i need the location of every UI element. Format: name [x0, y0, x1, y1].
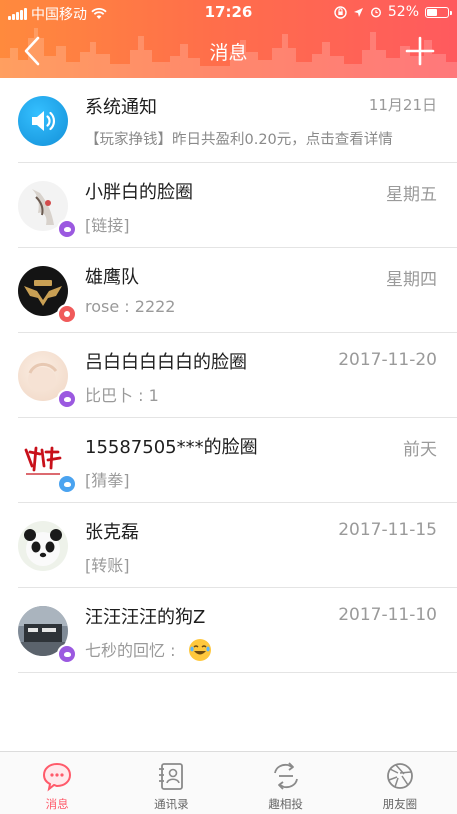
- tab-contacts[interactable]: 通讯录: [114, 752, 228, 814]
- alarm-icon: [370, 7, 381, 18]
- message-title: 汪汪汪汪的狗Z: [85, 607, 206, 628]
- message-time: 2017-11-15: [338, 520, 437, 540]
- battery-level-fill: [427, 8, 437, 16]
- message-time: 星期四: [386, 270, 437, 290]
- camera-shutter-icon: [386, 763, 413, 789]
- tab-label: 趣相投: [268, 797, 303, 811]
- message-row[interactable]: 小胖白的脸圈 星期五 [链接]: [0, 163, 457, 248]
- contacts-book-icon: [159, 763, 184, 790]
- message-row-system-notice[interactable]: 系统通知 11月21日 【玩家挣钱】昨日共盈利0.20元，点击查看详情: [0, 78, 457, 163]
- message-preview: [链接]: [85, 216, 130, 235]
- panda-photo: [24, 529, 62, 566]
- row-divider: [18, 672, 457, 673]
- message-preview: 比巴卜 : 1: [85, 386, 159, 405]
- message-title: 雄鹰队: [85, 267, 139, 288]
- message-preview-text: 七秒的回忆 :: [85, 641, 176, 660]
- message-time: 星期五: [386, 185, 437, 205]
- message-row[interactable]: 雄鹰队 星期四 rose : 2222: [0, 248, 457, 333]
- message-preview: [猜拳]: [85, 471, 130, 490]
- message-title: 小胖白的脸圈: [85, 182, 193, 203]
- speaker-icon: [32, 111, 55, 131]
- exchange-arrows-icon: [273, 762, 298, 790]
- badge-blue-icon: [57, 474, 77, 494]
- badge-purple-icon: [57, 219, 77, 239]
- message-row[interactable]: 吕白白白白白的脸圈 2017-11-20 比巴卜 : 1: [0, 333, 457, 418]
- message-preview: 【玩家挣钱】昨日共盈利0.20元，点击查看详情: [85, 132, 393, 148]
- message-preview: 七秒的回忆 :: [85, 637, 212, 663]
- tab-messages[interactable]: 消息: [0, 752, 114, 814]
- message-title: 系统通知: [85, 97, 157, 118]
- message-preview: [转账]: [85, 556, 130, 575]
- message-row[interactable]: 张克磊 2017-11-15 [转账]: [0, 503, 457, 588]
- avatar: [18, 96, 68, 146]
- add-button[interactable]: [405, 36, 435, 66]
- message-title: 张克磊: [85, 522, 139, 543]
- badge-purple-icon: [57, 644, 77, 664]
- message-row[interactable]: 汪汪汪汪的狗Z 2017-11-10 七秒的回忆 :: [0, 588, 457, 673]
- location-arrow-icon: [353, 7, 363, 17]
- battery-percentage: 52%: [387, 4, 419, 20]
- message-time: 2017-11-20: [338, 350, 437, 370]
- bottom-tab-bar: 消息 通讯录 趣相投 朋友圈: [0, 751, 457, 814]
- tab-label: 消息: [45, 797, 69, 811]
- message-title: 15587505***的脸圈: [85, 437, 258, 458]
- chat-bubble-icon: [43, 762, 72, 792]
- status-bar: 中国移动 17:26 52%: [0, 0, 457, 26]
- message-title: 吕白白白白白的脸圈: [85, 352, 247, 373]
- tab-label: 朋友圈: [382, 797, 418, 811]
- badge-purple-icon: [57, 389, 77, 409]
- tab-label: 通讯录: [154, 797, 189, 811]
- page-title: 消息: [209, 42, 248, 64]
- battery-icon: [425, 6, 452, 18]
- top-header: 中国移动 17:26 52% 消息: [0, 0, 457, 78]
- message-time: 2017-11-10: [338, 605, 437, 625]
- message-time: 11月21日: [368, 96, 437, 114]
- badge-red-icon: [57, 304, 77, 324]
- tab-match[interactable]: 趣相投: [229, 752, 343, 814]
- avatar: [18, 521, 68, 571]
- message-list: 系统通知 11月21日 【玩家挣钱】昨日共盈利0.20元，点击查看详情 小胖白的…: [0, 78, 457, 673]
- message-time: 前天: [403, 440, 437, 460]
- message-preview: rose : 2222: [85, 297, 176, 316]
- rotation-lock-icon: [334, 5, 347, 19]
- tab-moments[interactable]: 朋友圈: [343, 752, 457, 814]
- laughing-emoji-icon: [189, 638, 212, 661]
- message-row[interactable]: 15587505***的脸圈 前天 [猜拳]: [0, 418, 457, 503]
